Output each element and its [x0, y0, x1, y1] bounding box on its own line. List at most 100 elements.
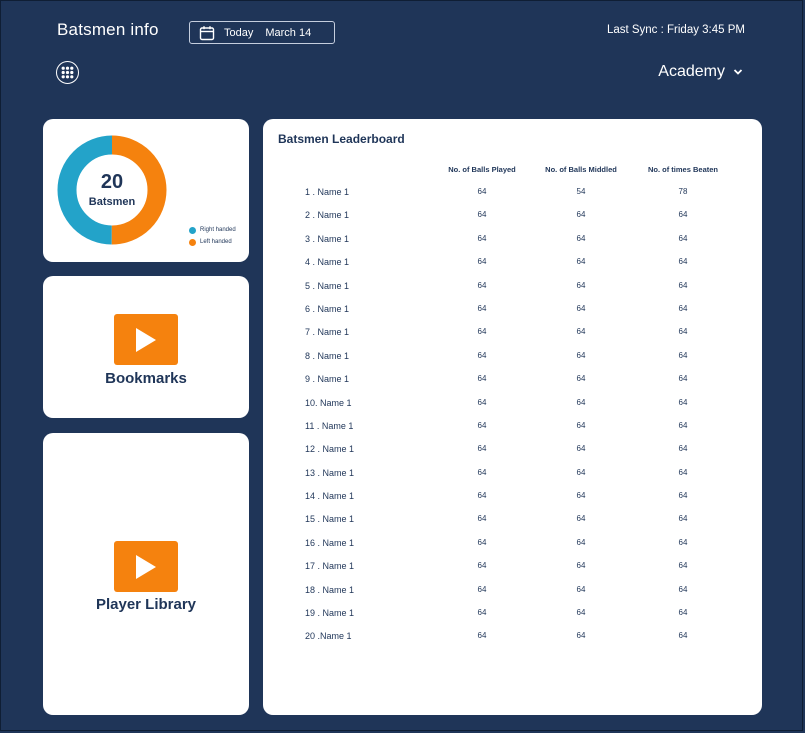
balls-played-cell: 64: [477, 187, 487, 196]
table-row[interactable]: 14 . Name 1 64 64 64: [263, 489, 762, 512]
legend-item-left-handed: Left handed: [189, 236, 236, 248]
donut-legend: Right handed Left handed: [189, 224, 236, 248]
balls-middled-cell: 54: [576, 187, 586, 196]
balls-played-cell: 64: [477, 514, 487, 524]
table-row[interactable]: 9 . Name 1 64 64 64: [263, 372, 762, 395]
times-beaten-cell: 64: [678, 608, 688, 618]
table-row[interactable]: 19 . Name 1 64 64 64: [263, 606, 762, 629]
balls-played-cell: 64: [477, 467, 487, 477]
times-beaten-cell: 64: [678, 514, 688, 524]
times-beaten-cell: 64: [678, 374, 688, 384]
date-value: March 14: [265, 26, 312, 39]
table-row[interactable]: 4 . Name 1 64 64 64: [263, 255, 762, 278]
balls-middled-cell: 64: [576, 327, 586, 337]
times-beaten-cell: 64: [678, 233, 688, 243]
balls-middled-cell: 64: [576, 257, 586, 267]
table-row[interactable]: 1 . Name 1 64 54 78: [263, 185, 762, 208]
player-name-cell: 15 . Name 1: [305, 514, 355, 525]
date-today-label: Today: [224, 26, 254, 39]
balls-played-cell: 64: [477, 631, 487, 641]
apps-grid-button[interactable]: [56, 61, 79, 84]
balls-played-cell: 64: [477, 327, 487, 337]
table-row[interactable]: 15 . Name 1 64 64 64: [263, 512, 762, 535]
player-name-cell: 9 . Name 1: [305, 374, 350, 385]
balls-middled-cell: 64: [576, 397, 586, 407]
last-sync-status: Last Sync : Friday 3:45 PM: [606, 24, 745, 36]
legend-label: Right handed: [200, 227, 236, 233]
table-row[interactable]: 2 . Name 1 64 64 64: [263, 208, 762, 231]
leaderboard-card: Batsmen Leaderboard No. of Balls Played …: [263, 119, 762, 715]
player-name-cell: 20 .Name 1: [305, 631, 352, 642]
table-row[interactable]: 10. Name 1 64 64 64: [263, 396, 762, 419]
batsmen-summary-card: 20 Batsmen Right handed Left handed: [43, 119, 249, 262]
batsmen-count-label: Batsmen: [88, 196, 136, 208]
chevron-down-icon: [733, 69, 743, 75]
balls-played-cell: 64: [477, 397, 487, 407]
calendar-icon: [199, 25, 215, 40]
player-name-cell: 8 . Name 1: [305, 350, 350, 361]
bookmarks-card[interactable]: Bookmarks: [43, 276, 249, 418]
academy-dropdown[interactable]: Academy: [658, 63, 743, 81]
bookmarks-label: Bookmarks: [105, 370, 187, 387]
table-row[interactable]: 3 . Name 1 64 64 64: [263, 232, 762, 255]
leaderboard-rows: 1 . Name 1 64 54 78 2 . Name 1 64 64 64 3 . Name…: [263, 185, 762, 653]
balls-played-cell: 64: [477, 420, 487, 430]
times-beaten-cell: 64: [678, 397, 688, 407]
player-name-cell: 4 . Name 1: [305, 257, 350, 268]
balls-middled-cell: 64: [576, 210, 586, 220]
column-header-balls-played: No. of Balls Played: [448, 165, 516, 174]
balls-middled-cell: 64: [576, 233, 586, 243]
page-title: Batsmen info: [57, 20, 159, 39]
batsmen-count: 20: [100, 171, 124, 193]
table-row[interactable]: 17 . Name 1 64 64 64: [263, 559, 762, 582]
play-icon: [136, 554, 156, 579]
table-row[interactable]: 6 . Name 1 64 64 64: [263, 302, 762, 325]
times-beaten-cell: 78: [678, 187, 688, 196]
balls-middled-cell: 64: [576, 280, 586, 290]
bookmarks-play-tile: [114, 314, 178, 365]
balls-played-cell: 64: [477, 491, 487, 501]
times-beaten-cell: 64: [678, 584, 688, 594]
player-name-cell: 6 . Name 1: [305, 303, 350, 314]
table-row[interactable]: 12 . Name 1 64 64 64: [263, 442, 762, 465]
player-name-cell: 13 . Name 1: [305, 467, 355, 478]
player-name-cell: 19 . Name 1: [305, 608, 355, 619]
balls-played-cell: 64: [477, 608, 487, 618]
times-beaten-cell: 64: [678, 537, 688, 547]
balls-middled-cell: 64: [576, 514, 586, 524]
balls-middled-cell: 64: [576, 303, 586, 313]
balls-played-cell: 64: [477, 257, 487, 267]
donut-center-text: 20 Batsmen: [57, 171, 167, 208]
times-beaten-cell: 64: [678, 303, 688, 313]
balls-played-cell: 64: [477, 561, 487, 571]
table-row[interactable]: 8 . Name 1 64 64 64: [263, 349, 762, 372]
balls-middled-cell: 64: [576, 631, 586, 641]
player-library-card[interactable]: Player Library: [43, 433, 249, 715]
balls-played-cell: 64: [477, 444, 487, 454]
player-name-cell: 12 . Name 1: [305, 444, 355, 455]
player-name-cell: 16 . Name 1: [305, 537, 355, 548]
balls-played-cell: 64: [477, 374, 487, 384]
balls-played-cell: 64: [477, 303, 487, 313]
player-library-label: Player Library: [95, 596, 197, 613]
times-beaten-cell: 64: [678, 280, 688, 290]
date-picker[interactable]: Today March 14: [189, 21, 335, 44]
column-header-balls-middled: No. of Balls Middled: [545, 165, 617, 174]
table-row[interactable]: 20 .Name 1 64 64 64: [263, 629, 762, 652]
balls-middled-cell: 64: [576, 537, 586, 547]
legend-label: Left handed: [200, 239, 232, 245]
times-beaten-cell: 64: [678, 444, 688, 454]
balls-played-cell: 64: [477, 280, 487, 290]
table-row[interactable]: 16 . Name 1 64 64 64: [263, 536, 762, 559]
balls-played-cell: 64: [477, 350, 487, 360]
table-row[interactable]: 18 . Name 1 64 64 64: [263, 583, 762, 606]
play-icon: [136, 327, 156, 352]
player-name-cell: 3 . Name 1: [305, 233, 350, 244]
table-row[interactable]: 13 . Name 1 64 64 64: [263, 466, 762, 489]
legend-dot: [189, 238, 196, 246]
table-row[interactable]: 5 . Name 1 64 64 64: [263, 279, 762, 302]
balls-middled-cell: 64: [576, 420, 586, 430]
table-row[interactable]: 7 . Name 1 64 64 64: [263, 325, 762, 348]
table-row[interactable]: 11 . Name 1 64 64 64: [263, 419, 762, 442]
balls-middled-cell: 64: [576, 491, 586, 501]
